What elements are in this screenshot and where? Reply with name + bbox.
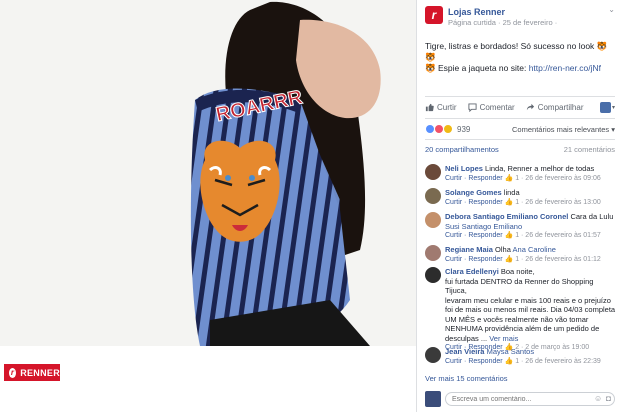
post-meta: Página curtida · 25 de fevereiro · — [448, 18, 558, 27]
comment-stats: 👍 1 · 26 de fevereiro às 13:00 — [504, 198, 601, 206]
post-actions: Curtir Comentar Compartilhar ▾ — [425, 98, 615, 116]
see-more-link[interactable]: Ver mais — [489, 334, 518, 343]
emoji-icon[interactable]: ☺ — [594, 394, 602, 403]
avatar[interactable] — [425, 267, 441, 283]
post-photo[interactable]: ROARRR — [0, 0, 416, 346]
post-header: r Lojas Renner Página curtida · 25 de fe… — [417, 0, 620, 38]
profile-mini-icon — [599, 101, 611, 113]
comment-mention[interactable]: Maysa Santos — [487, 347, 535, 356]
comment-text-line: levaram meu celular e mais 100 reais e o… — [445, 295, 611, 305]
comment-actions[interactable]: Curtir · Responder — [445, 358, 503, 365]
like-label: Curtir — [437, 102, 457, 112]
comment-text: Olha — [495, 245, 511, 254]
post-panel: r Lojas Renner Página curtida · 25 de fe… — [416, 0, 620, 412]
reaction-count: 939 — [457, 124, 471, 134]
comment-actions[interactable]: Curtir · Responder — [445, 256, 503, 263]
comment-composer: ☺ ◘ — [425, 390, 617, 408]
comment-icon — [468, 102, 477, 112]
comment-stats: 👍 1 · 26 de fevereiro às 01:57 — [504, 232, 601, 239]
renner-logo-text: RENNER — [20, 367, 60, 378]
page-name[interactable]: Lojas Renner — [448, 7, 505, 17]
avatar[interactable] — [425, 188, 441, 204]
photo-footer — [0, 346, 416, 412]
comment-actions[interactable]: Curtir · Responder — [445, 175, 503, 182]
divider — [425, 139, 615, 140]
post-text-line1: Tigre, listras e bordados! Só sucesso no… — [425, 41, 608, 62]
comment-stats: 👍 1 · 26 de fevereiro às 22:39 — [504, 357, 601, 365]
like-icon — [425, 103, 434, 111]
comment-text: Cara da Lulu — [570, 212, 614, 221]
reactions-bar[interactable]: 939 Comentários mais relevantes ▾ — [425, 122, 615, 136]
comment-text: linda — [503, 188, 520, 197]
comment-count: 21 comentários — [563, 145, 615, 154]
avatar — [425, 391, 441, 407]
comment-author[interactable]: Clara Edellenyi — [445, 267, 499, 276]
audience-selector[interactable]: ▾ — [599, 101, 615, 113]
avatar[interactable] — [425, 347, 441, 363]
view-more-comments-link[interactable]: Ver mais 15 comentários — [425, 374, 508, 383]
comment-label: Comentar — [479, 102, 515, 112]
comment-mention[interactable]: Susi Santiago Emiliano — [445, 222, 522, 231]
comment-text-line: fui furtada DENTRO da Renner do Shopping… — [445, 276, 594, 296]
comment-text-line: NENHUMA providência além de um pedido de — [445, 324, 600, 333]
comment-stats: 👍 1 · 26 de fevereiro às 01:12 — [504, 255, 601, 263]
post-text-line2: 🐯 Espie a jaqueta no site: http://ren-ne… — [425, 63, 617, 74]
comment-actions[interactable]: Curtir · Responder — [445, 199, 503, 206]
wow-reaction-icon — [443, 124, 453, 134]
chevron-down-icon: ▾ — [611, 104, 615, 111]
comment-text-line: UM MÊS e vocês realmente não vão tomar — [445, 314, 589, 324]
divider — [425, 118, 615, 119]
post-text-prefix: 🐯 Espie a jaqueta no site: — [425, 63, 529, 73]
comment-text-line: desculpas ... — [445, 333, 488, 343]
renner-logo: r RENNER — [4, 364, 60, 381]
comment-text: Linda, Renner a melhor de todas — [485, 164, 595, 173]
post-link[interactable]: http://ren-ner.co/jNf — [529, 63, 601, 73]
comment-text-line: foi de mais ou menos mil reais. Dia 04/0… — [445, 305, 616, 314]
comment-stats: 👍 1 · 26 de fevereiro às 09:06 — [504, 174, 601, 182]
camera-icon[interactable]: ◘ — [606, 394, 611, 403]
share-count[interactable]: 20 compartilhamentos — [425, 145, 499, 154]
comment-author[interactable]: Solange Gomes — [445, 188, 502, 197]
divider — [425, 96, 615, 97]
comment-button[interactable]: Comentar — [468, 103, 515, 112]
comment-sort-dropdown[interactable]: Comentários mais relevantes ▾ — [512, 125, 615, 134]
renner-logo-icon: r — [9, 367, 17, 378]
comment-author[interactable]: Jean Vieira — [445, 347, 484, 356]
comment-author[interactable]: Neli Lopes — [445, 164, 483, 173]
post-options-chevron-down-icon[interactable]: ⌄ — [608, 5, 615, 14]
comment-mention[interactable]: Ana Caroline — [513, 245, 556, 254]
comment-author[interactable]: Regiane Maia — [445, 245, 493, 254]
share-icon — [526, 103, 534, 110]
share-button[interactable]: Compartilhar — [526, 102, 584, 112]
like-button[interactable]: Curtir — [425, 103, 457, 112]
share-label: Compartilhar — [537, 102, 584, 112]
post-text: Tigre, listras e bordados! Só sucesso no… — [425, 41, 617, 74]
model-photo-illustration: ROARRR — [190, 1, 381, 346]
comment-text-line: Boa noite, — [500, 267, 535, 276]
comment-actions[interactable]: Curtir · Responder — [445, 232, 503, 239]
page-avatar[interactable]: r — [425, 6, 443, 24]
avatar[interactable] — [425, 164, 441, 180]
avatar[interactable] — [425, 212, 441, 228]
avatar[interactable] — [425, 245, 441, 261]
comment-input[interactable] — [445, 392, 615, 406]
share-comment-counts: 20 compartilhamentos 21 comentários — [425, 145, 615, 154]
composer-icons: ☺ ◘ — [594, 394, 611, 403]
comment-author[interactable]: Debora Santiago Emiliano Coronel — [445, 212, 568, 221]
